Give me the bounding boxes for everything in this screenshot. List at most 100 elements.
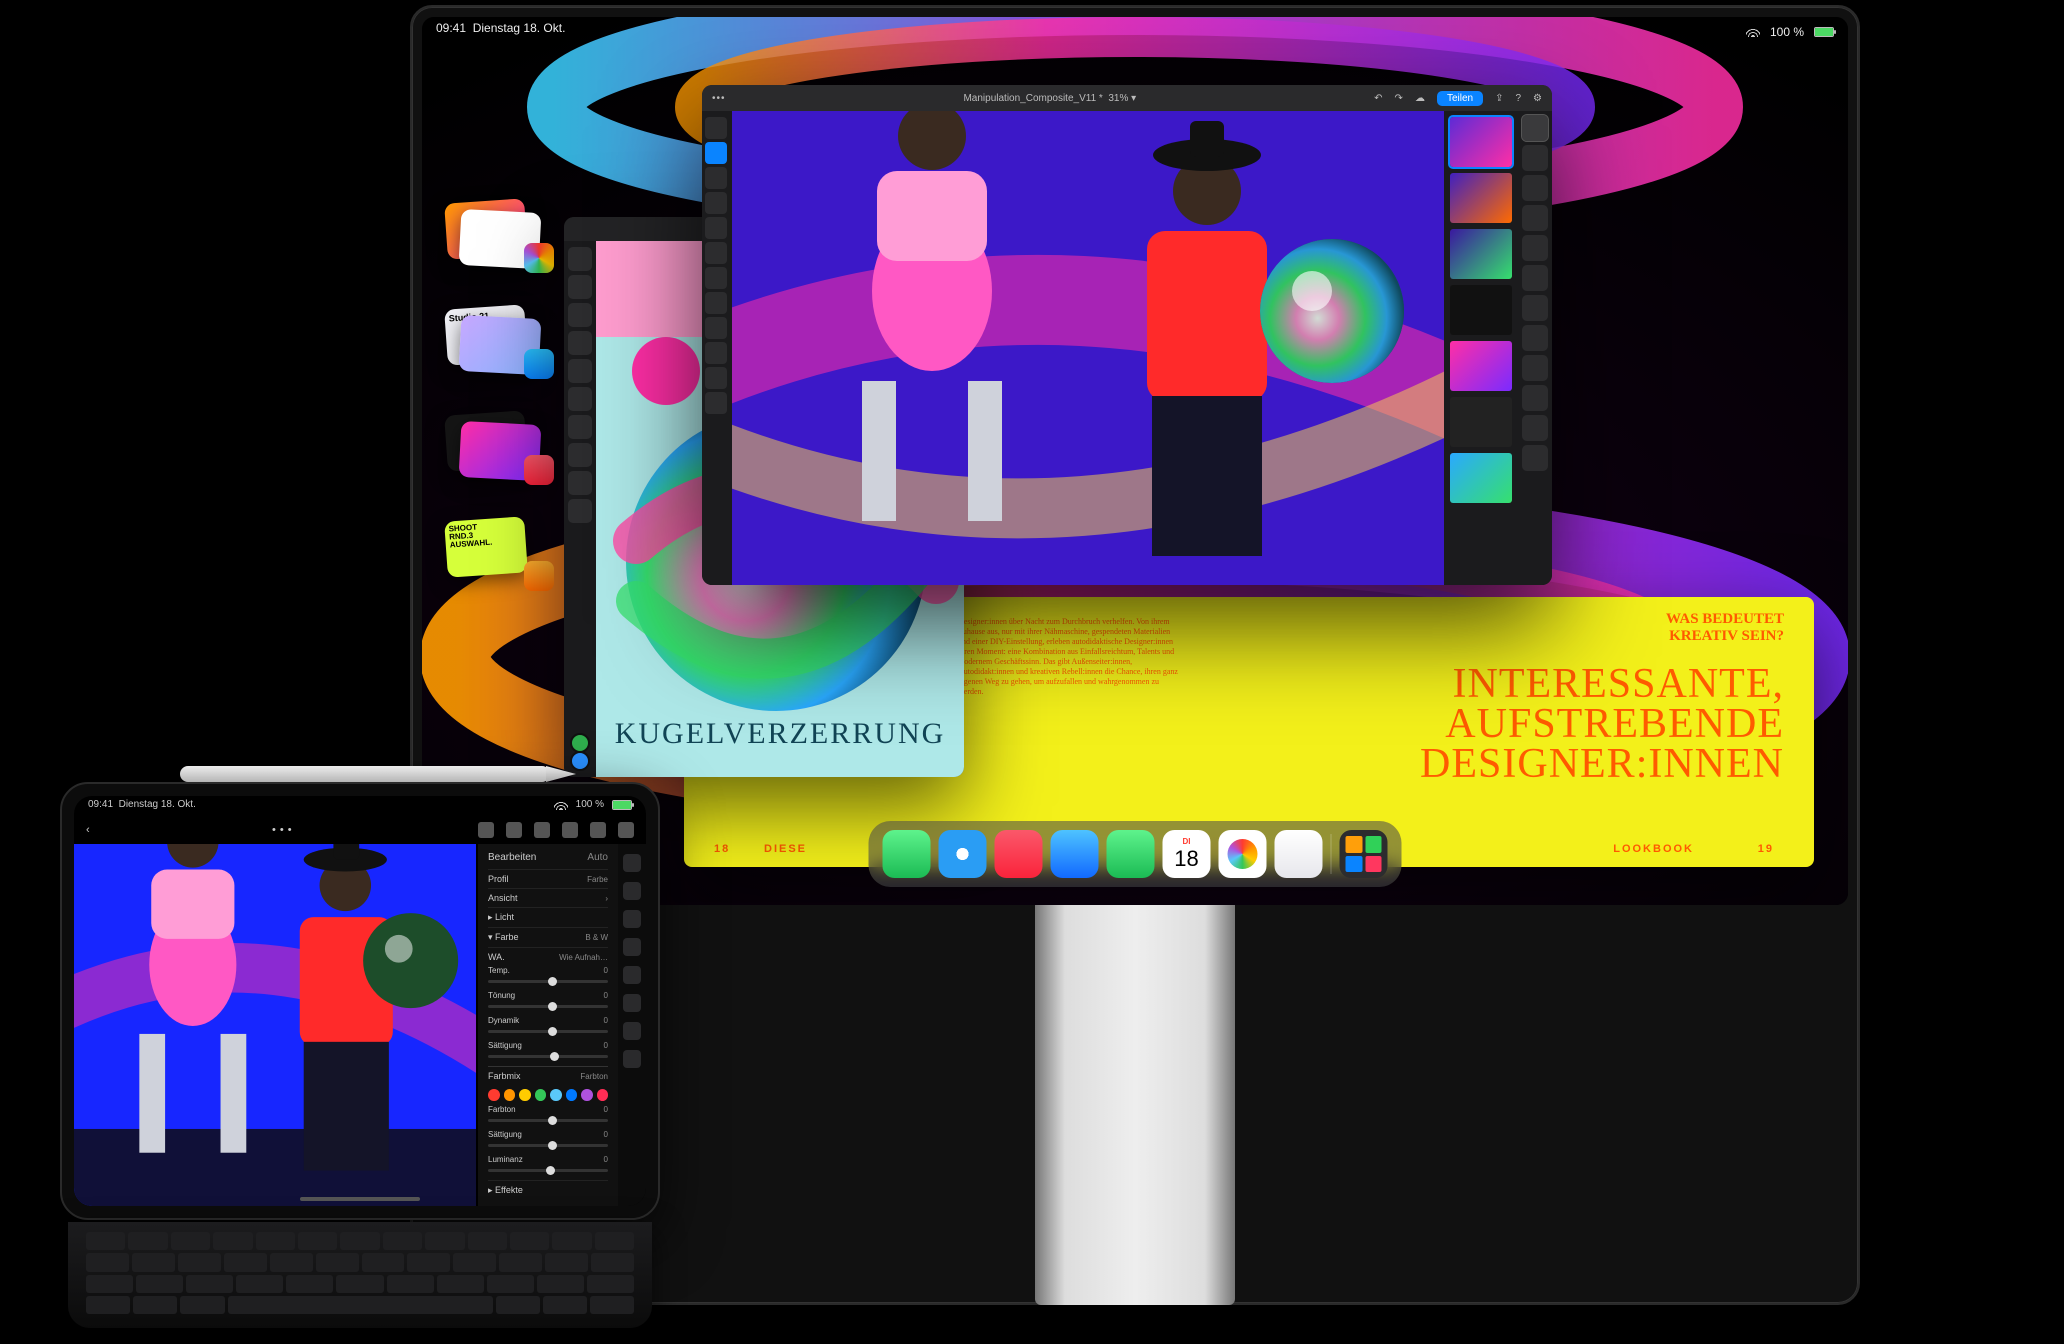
status-time: 09:41 — [88, 799, 113, 810]
photo-right-panel[interactable] — [1444, 111, 1552, 585]
hand-tool-icon — [568, 471, 592, 495]
music-icon — [524, 455, 554, 485]
status-bar: 09:41 Dienstag 18. Okt. 100 % — [436, 21, 1834, 43]
edit-panel[interactable]: BearbeitenAuto ProfilFarbe Ansicht› ▸ Li… — [478, 844, 618, 1206]
info-icon — [623, 1022, 641, 1040]
files-app-icon[interactable] — [1275, 830, 1323, 878]
cloud-icon[interactable]: ☁︎ — [1415, 93, 1425, 104]
mail-app-icon[interactable] — [1051, 830, 1099, 878]
node-tool-icon — [568, 275, 592, 299]
layers-panel[interactable] — [1444, 111, 1518, 585]
photos-icon — [524, 243, 554, 273]
slider[interactable] — [488, 1169, 608, 1172]
slider[interactable] — [488, 980, 608, 983]
crop-tool-icon — [705, 167, 727, 189]
footer-text: LOOKBOOK — [1613, 843, 1694, 855]
status-date: Dienstag 18. Okt. — [119, 799, 196, 810]
ipad-device: 09:41 Dienstag 18. Okt. 100 % ‹ ••• — [60, 780, 660, 1340]
slider[interactable] — [488, 1030, 608, 1033]
edit-mode-icon — [623, 854, 641, 872]
geometry-icon — [623, 994, 641, 1012]
photo-toolbar[interactable] — [702, 111, 732, 585]
text-tool-icon — [705, 292, 727, 314]
mode-strip[interactable] — [618, 844, 646, 1206]
apple-pencil — [180, 766, 550, 782]
back-button[interactable]: ‹ — [86, 824, 90, 836]
stroke-swatch[interactable] — [570, 751, 590, 771]
presets-icon — [623, 910, 641, 928]
crop-mode-icon — [623, 882, 641, 900]
undo-icon[interactable]: ↶ — [1374, 93, 1382, 104]
zoom-tool-icon — [568, 499, 592, 523]
move-tool-icon — [568, 247, 592, 271]
battery-icon — [1814, 27, 1834, 37]
facetime-app-icon[interactable] — [1107, 830, 1155, 878]
ipad-status-bar: 09:41 Dienstag 18. Okt. 100 % — [88, 799, 632, 810]
footer-text: DIESE — [764, 843, 807, 855]
export-mode-icon — [1522, 235, 1548, 261]
hand-tool-icon — [705, 367, 727, 389]
tool-modes[interactable] — [1518, 111, 1552, 585]
colormix-title: Farbmix — [488, 1071, 521, 1081]
slider[interactable] — [488, 1005, 608, 1008]
crop-tool-icon — [568, 443, 592, 467]
cloud-icon[interactable] — [590, 822, 606, 838]
slider[interactable] — [488, 1144, 608, 1147]
designer-toolbar[interactable] — [564, 241, 596, 777]
stage-pile[interactable]: Studio 21 — [440, 303, 550, 375]
kicker: WAS BEDEUTET KREATIV SEIN? — [1666, 611, 1784, 644]
safari-app-icon[interactable] — [939, 830, 987, 878]
auto-button[interactable]: Auto — [587, 852, 608, 863]
zoom-level: 31% — [1108, 93, 1128, 104]
status-time: 09:41 — [436, 21, 466, 35]
fill-swatch[interactable] — [570, 733, 590, 753]
share-icon[interactable] — [562, 822, 578, 838]
headline: INTERESSANTE, AUFSTREBENDE DESIGNER:INNE… — [1259, 665, 1784, 785]
slider[interactable] — [488, 1119, 608, 1122]
appstore-icon — [524, 349, 554, 379]
page-number: 19 — [1758, 843, 1774, 855]
magic-keyboard[interactable] — [68, 1222, 652, 1328]
page-number: 18 — [714, 843, 730, 855]
panel-title: Bearbeiten — [488, 852, 536, 863]
stage-pile[interactable] — [440, 409, 550, 481]
messages-app-icon[interactable] — [883, 830, 931, 878]
slider[interactable] — [488, 1055, 608, 1058]
menu-dots-icon[interactable]: ••• — [712, 93, 726, 104]
menu-dots-icon[interactable]: ••• — [106, 824, 462, 836]
settings-icon[interactable]: ⚙︎ — [1533, 93, 1542, 104]
ipad-canvas[interactable] — [74, 844, 476, 1206]
crop-icon[interactable] — [534, 822, 550, 838]
photo-titlebar[interactable]: ••• Manipulation_Composite_V11 * 31% ▾ ↶… — [702, 85, 1552, 111]
liquify-mode-icon — [1522, 145, 1548, 171]
zoom-tool-icon — [705, 392, 727, 414]
wifi-icon — [554, 800, 568, 810]
pen-tool-icon — [568, 303, 592, 327]
color-swatches[interactable] — [488, 1089, 608, 1101]
dock[interactable]: DI 18 — [869, 821, 1402, 887]
photo-canvas[interactable] — [732, 111, 1444, 585]
export-icon[interactable]: ⇪ — [1495, 93, 1503, 104]
flip-icon[interactable] — [506, 822, 522, 838]
app-toolbar[interactable]: ‹ ••• — [74, 816, 646, 844]
shape-tool-icon — [568, 331, 592, 355]
help-icon[interactable]: ? — [1515, 93, 1521, 104]
stage-pile[interactable]: SHOOTRND.3AUSWAHL. — [440, 515, 550, 587]
stage-manager-app-icon[interactable] — [1340, 830, 1388, 878]
pen-tool-icon — [705, 317, 727, 339]
photo-window[interactable]: ••• Manipulation_Composite_V11 * 31% ▾ ↶… — [702, 85, 1552, 585]
rotate-icon[interactable] — [478, 822, 494, 838]
music-app-icon[interactable] — [995, 830, 1043, 878]
more-icon[interactable] — [618, 822, 634, 838]
mask-icon — [623, 966, 641, 984]
redo-icon[interactable]: ↷ — [1395, 93, 1403, 104]
photos-app-icon[interactable] — [1219, 830, 1267, 878]
stage-pile[interactable] — [440, 197, 550, 269]
share-button[interactable]: Teilen — [1437, 91, 1483, 106]
brush-tool-icon — [568, 387, 592, 411]
clone-tool-icon — [705, 217, 727, 239]
calendar-app-icon[interactable]: DI 18 — [1163, 830, 1211, 878]
brush-tool-icon — [705, 192, 727, 214]
home-indicator[interactable] — [300, 1197, 420, 1201]
file-name: Manipulation_Composite_V11 * — [963, 93, 1102, 104]
